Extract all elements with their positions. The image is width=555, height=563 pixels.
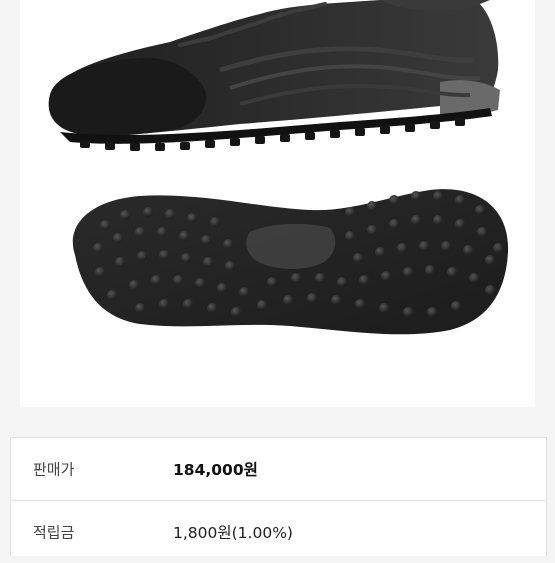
shoe-side-view: [48, 0, 500, 151]
shoe-image-icon: [48, 0, 509, 335]
sale-price-row: 판매가 184,000원: [11, 438, 546, 501]
points-label: 적립금: [33, 523, 75, 542]
shoe-bottom-view: [72, 189, 509, 335]
points-value: 1,800원(1.00%): [173, 524, 293, 542]
product-info-table: 판매가 184,000원 적립금 1,800원(1.00%): [10, 437, 547, 556]
points-row: 적립금 1,800원(1.00%): [11, 501, 546, 563]
shoe-toe-cap: [48, 57, 207, 136]
product-image: [20, 0, 535, 407]
sale-price-label: 판매가: [33, 460, 75, 479]
sale-price-value: 184,000원: [173, 461, 258, 479]
